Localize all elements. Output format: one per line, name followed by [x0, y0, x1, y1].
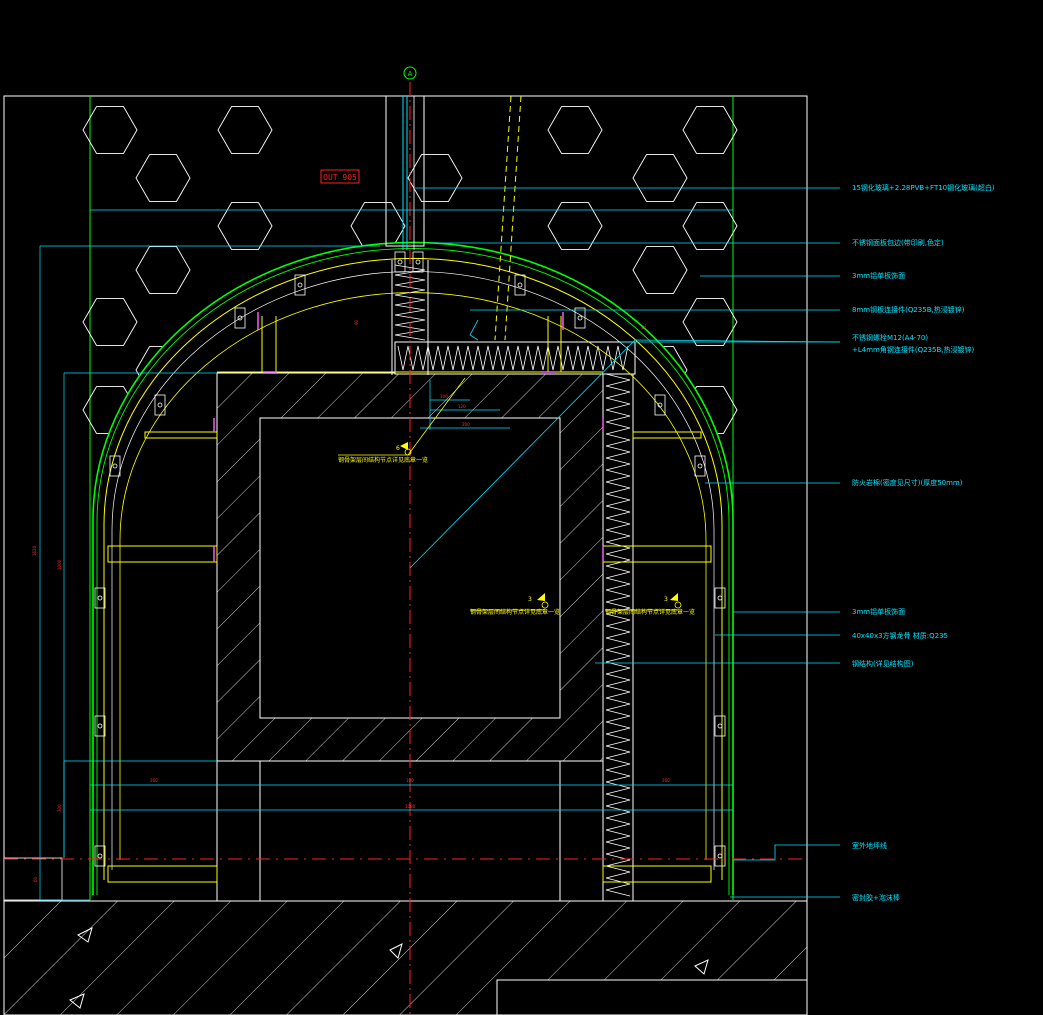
- label-glass: 15钢化玻璃+2.28PVB+FT10钢化玻璃(超白): [852, 183, 995, 192]
- hexagon-tile: [682, 298, 738, 346]
- callout-2-number: 3: [528, 596, 532, 603]
- label-steel-structure: 钢结构(详见结构图): [852, 659, 914, 668]
- label-stainless-edge: 不锈钢面板包边(带印刷,色定): [852, 238, 944, 247]
- dim-left-overall: 1620: [32, 545, 37, 556]
- dim-top-small: 90: [354, 319, 359, 325]
- hexagon-tile: [547, 202, 603, 250]
- callout-1-text: 钢骨架层间结构节点详见底章一览: [338, 456, 428, 464]
- dim-inner-b: 120: [458, 404, 466, 409]
- callout-2-text: 钢骨架层间结构节点详见底章一览: [470, 608, 560, 616]
- hexagon-tile: [547, 106, 603, 154]
- hexagon-tile: [682, 106, 738, 154]
- label-square-tube: 40x40x3方钢龙骨 材质:Q235: [852, 631, 948, 640]
- hexagon-tile: [135, 246, 191, 294]
- label-rockwool: 防火岩棉(密度见尺寸)(厚度50mm): [852, 478, 963, 487]
- callout-3-text: 钢骨架层间结构节点详见底章一览: [605, 608, 695, 616]
- dim-inner-c: 200: [462, 422, 470, 427]
- label-aluminium-panel-top: 3mm铝单板饰面: [852, 271, 905, 280]
- callout-1-number: 6: [396, 445, 400, 452]
- out-tag-label: OUT 905: [323, 173, 357, 182]
- out-tag: OUT 905: [320, 169, 360, 184]
- dim-inner-a: 100: [440, 394, 448, 399]
- label-aluminium-panel-side: 3mm铝单板饰面: [852, 607, 905, 616]
- dim-bottom-right: 260: [662, 778, 670, 783]
- dim-left-base: 60: [33, 876, 38, 882]
- label-angle-connector: +L4mm角钢连接件(Q235B,热浸镀锌): [852, 345, 974, 354]
- hexagon-tile: [217, 106, 273, 154]
- callout-3-number: 3: [664, 596, 668, 603]
- label-sealant: 密封胶+泡沫棒: [852, 893, 900, 902]
- hexagon-tile: [632, 154, 688, 202]
- dim-left-lower: 300: [57, 804, 62, 812]
- axis-label: A: [408, 70, 413, 78]
- hexagon-tile: [135, 154, 191, 202]
- hexagon-tile: [82, 106, 138, 154]
- annotation-labels: 15钢化玻璃+2.28PVB+FT10钢化玻璃(超白) 不锈钢面板包边(带印刷,…: [852, 183, 995, 902]
- section-drawing: A OUT 905 1620 1000 300 60 260 100 260 1…: [3, 66, 995, 1015]
- dim-left-upper: 1000: [57, 559, 62, 570]
- dim-bottom-mid: 100: [406, 778, 414, 783]
- hexagon-tile: [407, 154, 463, 202]
- dim-bottom-total: 1080: [405, 804, 416, 809]
- dim-slope: 45°: [640, 323, 649, 331]
- hexagon-tile: [82, 298, 138, 346]
- label-ground-line: 室外地坪线: [852, 841, 887, 850]
- hexagon-tile: [632, 246, 688, 294]
- hexagon-tile: [682, 202, 738, 250]
- axis-marker: A: [403, 66, 417, 80]
- hexagon-tile: [217, 202, 273, 250]
- label-steel-connector: 8mm钢板连接件(Q235B,热浸镀锌): [852, 305, 965, 314]
- label-bolt: 不锈钢螺栓M12(A4-70): [852, 333, 928, 342]
- dim-bottom-left: 260: [150, 778, 158, 783]
